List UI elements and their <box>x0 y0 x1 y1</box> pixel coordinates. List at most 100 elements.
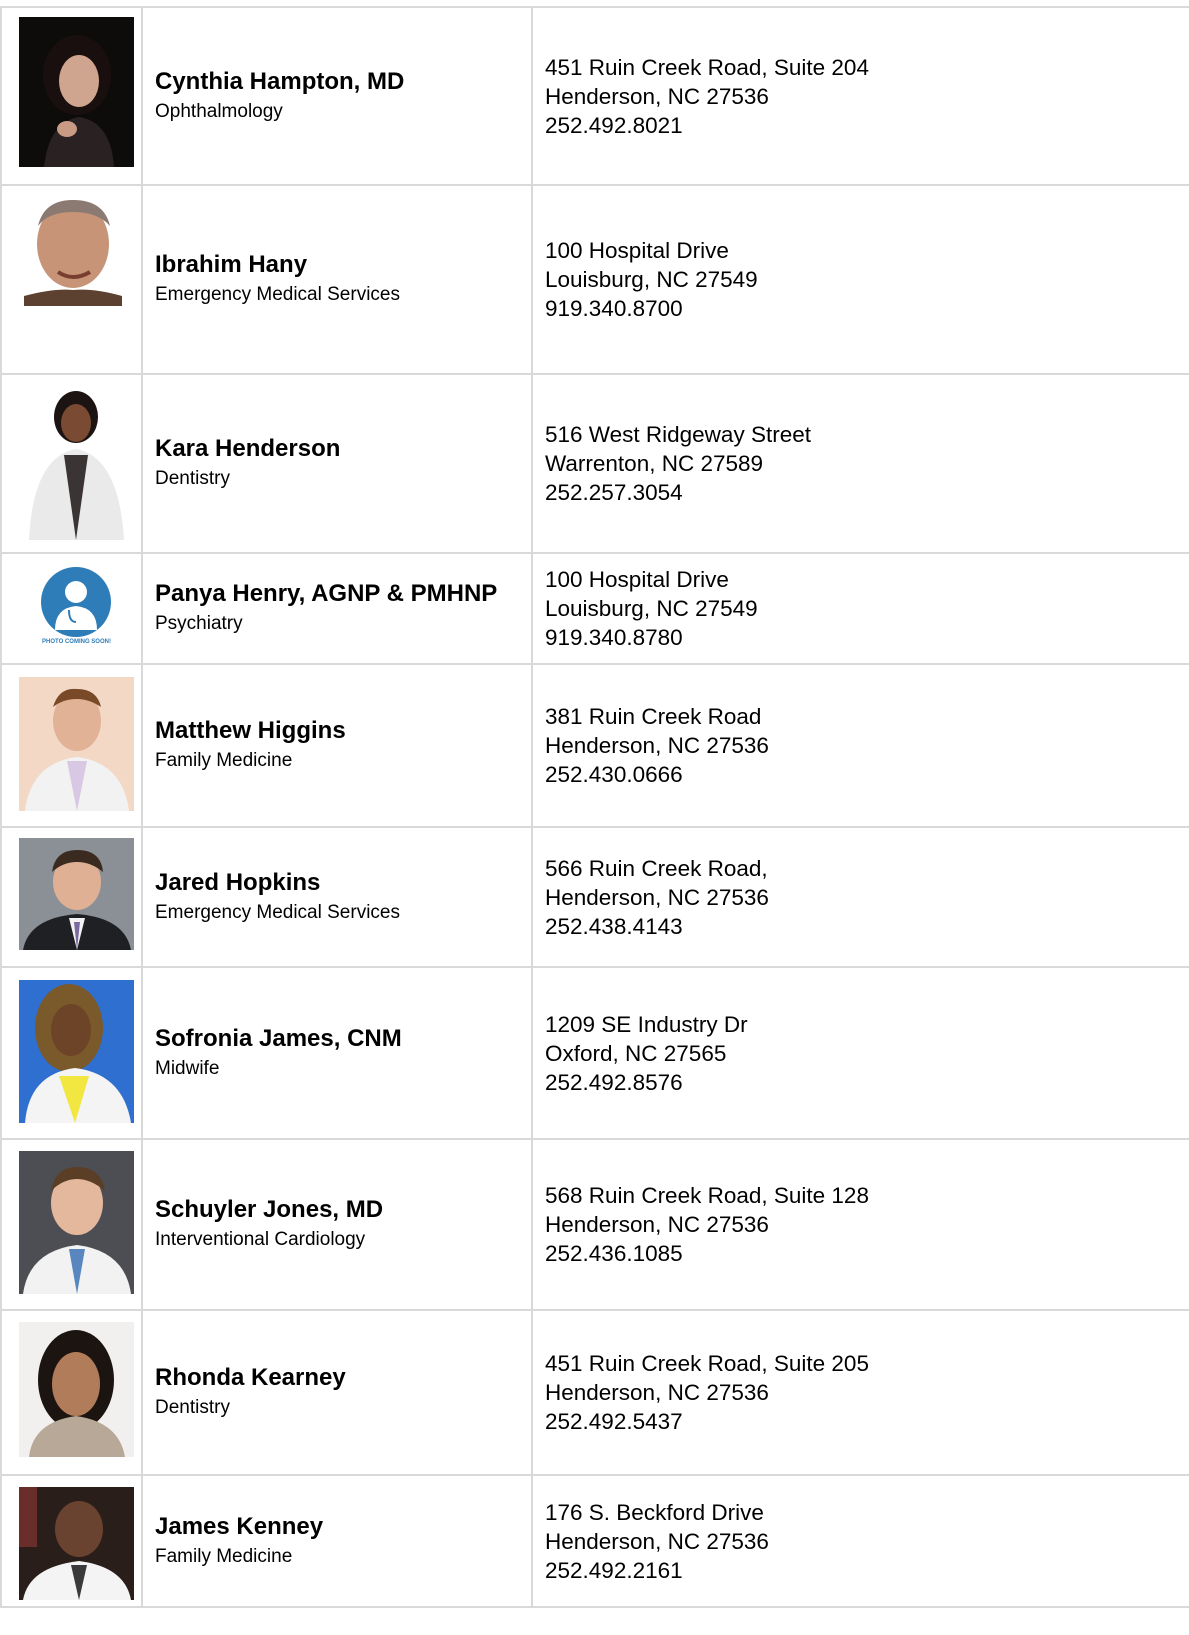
provider-photo <box>19 1487 134 1600</box>
provider-specialty: Family Medicine <box>155 1545 293 1567</box>
phone-number[interactable]: 919.340.8780 <box>545 623 1189 652</box>
provider-row: Rhonda Kearney Dentistry 451 Ruin Creek … <box>0 1309 1189 1474</box>
photo-cell <box>0 186 143 373</box>
name-cell: Panya Henry, AGNP & PMHNP Psychiatry <box>143 554 533 663</box>
photo-cell <box>0 8 143 184</box>
provider-row: James Kenney Family Medicine 176 S. Beck… <box>0 1474 1189 1608</box>
street-address: 381 Ruin Creek Road <box>545 704 762 729</box>
provider-photo <box>19 1322 134 1457</box>
name-cell: Matthew Higgins Family Medicine <box>143 665 533 826</box>
phone-number[interactable]: 252.492.5437 <box>545 1407 1189 1436</box>
provider-specialty: Ophthalmology <box>155 100 283 122</box>
name-cell: Kara Henderson Dentistry <box>143 375 533 552</box>
address-cell: 451 Ruin Creek Road, Suite 204 Henderson… <box>533 8 1189 184</box>
name-cell: James Kenney Family Medicine <box>143 1476 533 1606</box>
street-address: 100 Hospital Drive <box>545 238 729 263</box>
address-cell: 381 Ruin Creek Road Henderson, NC 27536 … <box>533 665 1189 826</box>
address-cell: 451 Ruin Creek Road, Suite 205 Henderson… <box>533 1311 1189 1474</box>
city-state-zip: Henderson, NC 27536 <box>545 1380 769 1405</box>
name-cell: Schuyler Jones, MD Interventional Cardio… <box>143 1140 533 1309</box>
provider-specialty: Dentistry <box>155 468 230 489</box>
provider-name[interactable]: Kara Henderson <box>155 435 531 463</box>
photo-cell: PHOTO COMING SOON! <box>0 554 143 663</box>
phone-number[interactable]: 252.492.8576 <box>545 1068 1189 1097</box>
provider-row: PHOTO COMING SOON! Panya Henry, AGNP & P… <box>0 552 1189 663</box>
photo-cell <box>0 375 143 552</box>
provider-specialty: Midwife <box>155 1057 220 1079</box>
photo-cell <box>0 828 143 966</box>
city-state-zip: Warrenton, NC 27589 <box>545 451 764 476</box>
city-state-zip: Henderson, NC 27536 <box>545 1528 769 1554</box>
phone-number[interactable]: 252.492.2161 <box>545 1556 1189 1585</box>
photo-coming-soon-caption: PHOTO COMING SOON! <box>42 639 111 645</box>
provider-photo <box>19 17 134 167</box>
name-cell: Sofronia James, CNM Midwife <box>143 968 533 1138</box>
phone-number[interactable]: 252.257.3054 <box>545 478 1189 507</box>
photo-cell <box>0 665 143 826</box>
photo-cell <box>0 1476 143 1606</box>
address-cell: 1209 SE Industry Dr Oxford, NC 27565 252… <box>533 968 1189 1138</box>
provider-name[interactable]: Schuyler Jones, MD <box>155 1196 531 1224</box>
city-state-zip: Louisburg, NC 27549 <box>545 596 758 621</box>
provider-specialty: Family Medicine <box>155 750 293 771</box>
city-state-zip: Henderson, NC 27536 <box>545 733 769 758</box>
provider-name[interactable]: Panya Henry, AGNP & PMHNP <box>155 580 531 608</box>
address-cell: 516 West Ridgeway Street Warrenton, NC 2… <box>533 375 1189 552</box>
provider-specialty: Emergency Medical Services <box>155 284 400 305</box>
provider-photo <box>19 1151 134 1294</box>
street-address: 451 Ruin Creek Road, Suite 205 <box>545 1351 869 1376</box>
name-cell: Ibrahim Hany Emergency Medical Services <box>143 186 533 373</box>
provider-row: Kara Henderson Dentistry 516 West Ridgew… <box>0 373 1189 552</box>
photo-cell <box>0 1140 143 1309</box>
street-address: 566 Ruin Creek Road, <box>545 855 768 881</box>
provider-specialty: Dentistry <box>155 1397 230 1418</box>
provider-name[interactable]: Cynthia Hampton, MD <box>155 68 531 96</box>
address-cell: 176 S. Beckford Drive Henderson, NC 2753… <box>533 1476 1189 1606</box>
phone-number[interactable]: 252.438.4143 <box>545 912 1189 941</box>
provider-photo <box>19 385 134 540</box>
provider-row: Schuyler Jones, MD Interventional Cardio… <box>0 1138 1189 1309</box>
provider-name[interactable]: Jared Hopkins <box>155 869 531 897</box>
street-address: 568 Ruin Creek Road, Suite 128 <box>545 1183 869 1208</box>
address-cell: 566 Ruin Creek Road, Henderson, NC 27536… <box>533 828 1189 966</box>
address-cell: 100 Hospital Drive Louisburg, NC 27549 9… <box>533 186 1189 373</box>
street-address: 100 Hospital Drive <box>545 567 729 592</box>
name-cell: Jared Hopkins Emergency Medical Services <box>143 828 533 966</box>
provider-name[interactable]: James Kenney <box>155 1513 531 1541</box>
street-address: 516 West Ridgeway Street <box>545 422 811 447</box>
provider-specialty: Emergency Medical Services <box>155 901 400 923</box>
provider-photo <box>19 980 134 1123</box>
name-cell: Rhonda Kearney Dentistry <box>143 1311 533 1474</box>
city-state-zip: Henderson, NC 27536 <box>545 884 769 910</box>
address-cell: 568 Ruin Creek Road, Suite 128 Henderson… <box>533 1140 1189 1309</box>
provider-row: Matthew Higgins Family Medicine 381 Ruin… <box>0 663 1189 826</box>
address-cell: 100 Hospital Drive Louisburg, NC 27549 9… <box>533 554 1189 663</box>
street-address: 176 S. Beckford Drive <box>545 1499 764 1525</box>
placeholder-photo: PHOTO COMING SOON! <box>19 560 134 656</box>
provider-name[interactable]: Ibrahim Hany <box>155 251 531 279</box>
phone-number[interactable]: 252.430.0666 <box>545 760 1189 789</box>
street-address: 451 Ruin Creek Road, Suite 204 <box>545 54 869 80</box>
city-state-zip: Oxford, NC 27565 <box>545 1040 727 1066</box>
provider-directory-table: Cynthia Hampton, MD Ophthalmology 451 Ru… <box>0 6 1189 1608</box>
photo-cell <box>0 968 143 1138</box>
provider-photo <box>19 677 134 811</box>
street-address: 1209 SE Industry Dr <box>545 1011 748 1037</box>
name-cell: Cynthia Hampton, MD Ophthalmology <box>143 8 533 184</box>
provider-name[interactable]: Sofronia James, CNM <box>155 1025 531 1053</box>
phone-number[interactable]: 252.436.1085 <box>545 1239 1189 1268</box>
provider-row: Jared Hopkins Emergency Medical Services… <box>0 826 1189 966</box>
provider-row: Cynthia Hampton, MD Ophthalmology 451 Ru… <box>0 6 1189 184</box>
city-state-zip: Louisburg, NC 27549 <box>545 267 758 292</box>
provider-name[interactable]: Matthew Higgins <box>155 717 531 745</box>
provider-specialty: Psychiatry <box>155 613 243 634</box>
phone-number[interactable]: 919.340.8700 <box>545 294 1189 323</box>
city-state-zip: Henderson, NC 27536 <box>545 1212 769 1237</box>
provider-photo <box>24 196 122 306</box>
city-state-zip: Henderson, NC 27536 <box>545 83 769 109</box>
provider-name[interactable]: Rhonda Kearney <box>155 1364 531 1392</box>
phone-number[interactable]: 252.492.8021 <box>545 111 1189 140</box>
provider-photo <box>19 838 134 950</box>
provider-specialty: Interventional Cardiology <box>155 1229 366 1250</box>
photo-cell <box>0 1311 143 1474</box>
